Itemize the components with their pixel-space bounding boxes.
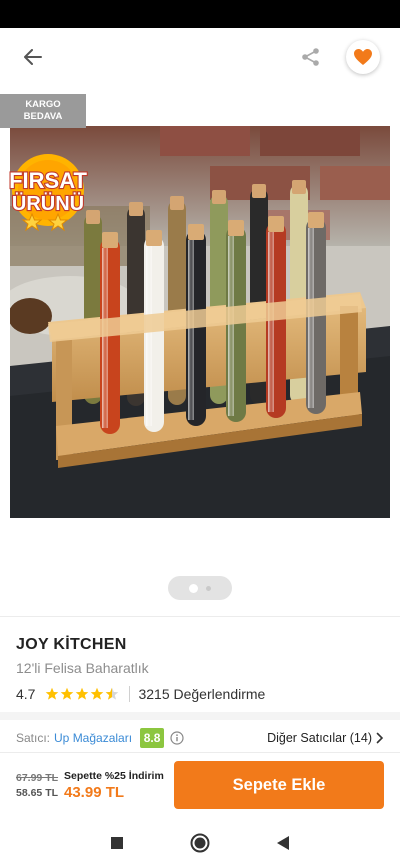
home-icon bbox=[190, 833, 210, 853]
system-nav-bar bbox=[0, 820, 400, 866]
share-icon bbox=[302, 48, 319, 66]
discounted-price: 58.65 TL bbox=[16, 787, 59, 799]
app-header bbox=[0, 28, 400, 86]
rating-value: 4.7 bbox=[16, 686, 36, 702]
free-shipping-line2: BEDAVA bbox=[23, 111, 63, 122]
old-price: 67.99 TL bbox=[16, 772, 59, 784]
seller-row: Satıcı: Up Mağazaları 8.8 Diğer Satıcıla… bbox=[0, 724, 400, 752]
divider bbox=[0, 616, 400, 617]
image-page-indicator[interactable] bbox=[168, 576, 232, 600]
product-gallery[interactable]: KARGO BEDAVA FIRSAT ÜRÜNÜ bbox=[0, 86, 400, 616]
seller-name-link[interactable]: Up Mağazaları bbox=[54, 731, 132, 745]
firsat-line2: ÜRÜNÜ bbox=[12, 192, 84, 215]
back-button[interactable] bbox=[18, 42, 48, 72]
page-dot-active[interactable] bbox=[189, 583, 198, 593]
free-shipping-line1: KARGO bbox=[25, 99, 61, 110]
firsat-line1: FIRSAT bbox=[9, 168, 87, 193]
free-shipping-badge: KARGO BEDAVA bbox=[0, 94, 86, 128]
back-nav-button[interactable] bbox=[272, 832, 294, 854]
star-icon bbox=[46, 687, 59, 700]
info-icon[interactable] bbox=[170, 731, 184, 745]
home-button[interactable] bbox=[189, 832, 211, 854]
final-price: 43.99 TL bbox=[64, 784, 125, 801]
star-icon bbox=[91, 687, 104, 700]
product-name: 12'li Felisa Baharatlık bbox=[16, 660, 149, 676]
seller-label: Satıcı: bbox=[16, 731, 51, 745]
star-half-icon bbox=[106, 687, 119, 700]
seller-score-badge: 8.8 bbox=[140, 728, 165, 748]
chevron-right-icon bbox=[376, 732, 384, 744]
section-divider bbox=[0, 712, 400, 720]
opportunity-product-badge: FIRSAT ÜRÜNÜ bbox=[0, 148, 96, 244]
favorite-button[interactable] bbox=[346, 40, 380, 74]
divider bbox=[0, 752, 400, 753]
rating-stars bbox=[45, 687, 119, 701]
purchase-bar: 67.99 TL 58.65 TL Sepette %25 İndirim 43… bbox=[0, 754, 400, 820]
basket-discount-label: Sepette %25 İndirim bbox=[64, 770, 164, 782]
rating-row[interactable]: 4.7 3215 Değerlendirme bbox=[16, 684, 265, 704]
product-brand[interactable]: JOY KİTCHEN bbox=[16, 636, 127, 654]
recent-apps-button[interactable] bbox=[106, 832, 128, 854]
back-triangle-icon bbox=[277, 836, 289, 850]
other-sellers-link[interactable]: Diğer Satıcılar (14) bbox=[267, 724, 384, 752]
rating-separator bbox=[129, 686, 131, 702]
recent-apps-icon bbox=[111, 837, 123, 849]
add-to-cart-button[interactable]: Sepete Ekle bbox=[174, 761, 384, 809]
page-dot[interactable] bbox=[206, 585, 211, 591]
share-button[interactable] bbox=[296, 42, 326, 72]
arrow-left-icon bbox=[24, 49, 42, 65]
star-icon bbox=[61, 687, 74, 700]
heart-filled-icon bbox=[354, 49, 372, 65]
other-sellers-label: Diğer Satıcılar (14) bbox=[267, 731, 372, 745]
status-bar bbox=[0, 0, 400, 28]
review-count[interactable]: 3215 Değerlendirme bbox=[138, 686, 265, 702]
star-icon bbox=[76, 687, 89, 700]
